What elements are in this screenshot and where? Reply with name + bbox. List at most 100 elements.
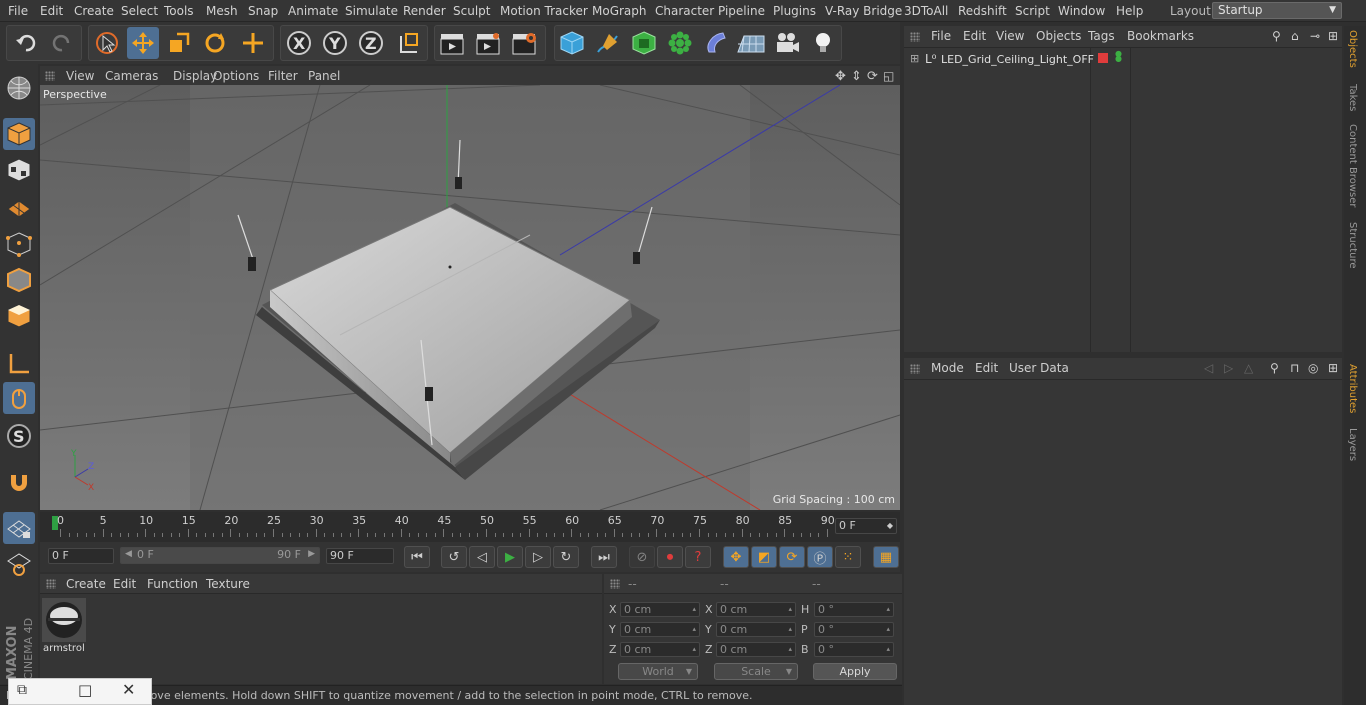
snap-toggle-button[interactable] — [3, 466, 35, 498]
viewport-menu-view[interactable]: View — [66, 69, 94, 83]
light-object-button[interactable] — [807, 27, 839, 59]
key-rotation-button[interactable]: ⟳ — [779, 546, 805, 568]
menu-mograph[interactable]: MoGraph — [592, 4, 647, 18]
edges-mode-button[interactable] — [3, 264, 35, 296]
tab-objects[interactable]: Objects — [1347, 30, 1358, 68]
menu-pipeline[interactable]: Pipeline — [718, 4, 765, 18]
coord-value-field[interactable]: 0 cm ▴ — [716, 602, 796, 617]
coord-value-field[interactable]: 0 ° ▴ — [814, 642, 894, 657]
camera-object-button[interactable] — [771, 27, 803, 59]
material-menu-texture[interactable]: Texture — [206, 577, 250, 591]
new-panel-icon[interactable]: ⊞ — [1328, 29, 1338, 43]
stepper-arrows-icon[interactable]: ▴ — [692, 643, 696, 656]
menu-tools[interactable]: Tools — [164, 4, 194, 18]
render-view-button[interactable] — [436, 27, 468, 59]
home-icon[interactable]: ⌂ — [1291, 29, 1299, 43]
solo-mode-button[interactable]: S — [3, 420, 35, 452]
stepper-arrows-icon[interactable]: ▴ — [886, 643, 890, 656]
render-picture-viewer-button[interactable] — [472, 27, 504, 59]
stepper-arrows-icon[interactable]: ▴ — [788, 623, 792, 636]
up-arrow-icon[interactable]: △ — [1244, 361, 1253, 375]
object-menu-view[interactable]: View — [996, 29, 1024, 43]
go-to-end-button[interactable]: ⏭ — [591, 546, 617, 568]
back-arrow-icon[interactable]: ◁ — [1204, 361, 1213, 375]
new-panel-icon[interactable]: ⊞ — [1328, 361, 1338, 375]
material-menu-edit[interactable]: Edit — [113, 577, 136, 591]
scale-tool-button[interactable] — [163, 27, 195, 59]
close-icon[interactable]: ✕ — [122, 680, 135, 699]
subdivision-surface-button[interactable] — [628, 27, 660, 59]
app-window-icon[interactable]: ⧉ — [17, 682, 27, 698]
current-frame-field[interactable]: 0 F ◆ — [835, 518, 897, 534]
menu-edit[interactable]: Edit — [40, 4, 63, 18]
viewport-menu-display[interactable]: Display — [173, 69, 217, 83]
grip-handle[interactable] — [910, 32, 920, 42]
stepper-arrows-icon[interactable]: ▴ — [788, 643, 792, 656]
menu-window[interactable]: Window — [1058, 4, 1105, 18]
start-frame-field[interactable]: 0 F — [48, 548, 114, 564]
material-menu-create[interactable]: Create — [66, 577, 106, 591]
apply-button[interactable]: Apply — [813, 663, 897, 680]
maximize-icon[interactable]: □ — [78, 681, 92, 699]
object-menu-objects[interactable]: Objects — [1036, 29, 1081, 43]
stepper-arrows-icon[interactable]: ▴ — [788, 603, 792, 616]
attribute-menu-edit[interactable]: Edit — [975, 361, 998, 375]
grip-handle[interactable] — [46, 579, 56, 589]
keyframe-selection-button[interactable]: ? — [685, 546, 711, 568]
tab-attributes[interactable]: Attributes — [1347, 364, 1358, 413]
autokey-button[interactable]: ⏺ — [657, 546, 683, 568]
make-editable-button[interactable] — [3, 72, 35, 104]
menu-render[interactable]: Render — [403, 4, 446, 18]
material-menu-function[interactable]: Function — [147, 577, 198, 591]
tab-layers[interactable]: Layers — [1347, 428, 1358, 461]
menu-script[interactable]: Script — [1015, 4, 1050, 18]
key-parameter-button[interactable]: Ⓟ — [807, 546, 833, 568]
workplane-lock-button[interactable] — [3, 512, 35, 544]
z-axis-lock-button[interactable]: Z — [355, 27, 387, 59]
points-mode-button[interactable] — [3, 228, 35, 260]
layout-select[interactable]: Startup ▼ — [1212, 2, 1342, 19]
link-icon[interactable]: ⊸ — [1310, 29, 1320, 43]
record-keys-button[interactable]: ⊘ — [629, 546, 655, 568]
menu-animate[interactable]: Animate — [288, 4, 338, 18]
visibility-dots-icon[interactable]: ● ● — [1115, 50, 1122, 63]
previous-frame-button[interactable]: ◁ — [469, 546, 495, 568]
floor-object-button[interactable] — [735, 27, 767, 59]
rotate-view-icon[interactable]: ⟳ — [867, 69, 878, 84]
object-name[interactable]: LED_Grid_Ceiling_Light_OFF — [941, 53, 1094, 66]
coord-value-field[interactable]: 0 cm ▴ — [716, 642, 796, 657]
menu-snap[interactable]: Snap — [248, 4, 278, 18]
menu-sculpt[interactable]: Sculpt — [453, 4, 490, 18]
go-to-start-button[interactable]: ⏮ — [404, 546, 430, 568]
object-row[interactable]: ⊞ L⁰ LED_Grid_Ceiling_Light_OFF ● ● — [908, 50, 1338, 68]
frame-range-slider[interactable]: ◀ 0 F 90 F ▶ — [120, 547, 320, 564]
coord-value-field[interactable]: 0 ° ▴ — [814, 622, 894, 637]
coordinate-system-button[interactable] — [393, 27, 425, 59]
model-mode-button[interactable] — [3, 118, 35, 150]
menu-select[interactable]: Select — [121, 4, 158, 18]
object-menu-edit[interactable]: Edit — [963, 29, 986, 43]
viewport-menu-cameras[interactable]: Cameras — [105, 69, 158, 83]
cube-primitive-button[interactable] — [556, 27, 588, 59]
coord-value-field[interactable]: 0 cm ▴ — [620, 602, 700, 617]
x-axis-lock-button[interactable]: X — [283, 27, 315, 59]
redo-button[interactable] — [46, 27, 78, 59]
render-settings-button[interactable] — [508, 27, 540, 59]
move-tool-button[interactable] — [127, 27, 159, 59]
y-axis-lock-button[interactable]: Y — [319, 27, 351, 59]
key-scale-button[interactable]: ◩ — [751, 546, 777, 568]
timeline-ruler[interactable]: 0 5 10 15 20 25 30 35 40 45 50 55 60 65 70 75 80 85 90 0 F… — [40, 512, 900, 542]
recent-tool-button[interactable] — [237, 27, 269, 59]
menu-create[interactable]: Create — [74, 4, 114, 18]
tab-structure[interactable]: Structure — [1347, 222, 1358, 269]
stepper-arrows-icon[interactable]: ▴ — [886, 603, 890, 616]
viewport-menu-panel[interactable]: Panel — [308, 69, 340, 83]
timeline-window-button[interactable]: ▦ — [873, 546, 899, 568]
play-button[interactable]: ▶ — [497, 546, 523, 568]
coord-value-field[interactable]: 0 cm ▴ — [716, 622, 796, 637]
menu-redshift[interactable]: Redshift — [958, 4, 1007, 18]
undo-button[interactable] — [10, 27, 42, 59]
menu-character[interactable]: Character — [655, 4, 714, 18]
menu-motion-tracker[interactable]: Motion Tracker — [500, 4, 588, 18]
search-icon[interactable]: ⚲ — [1272, 29, 1281, 43]
